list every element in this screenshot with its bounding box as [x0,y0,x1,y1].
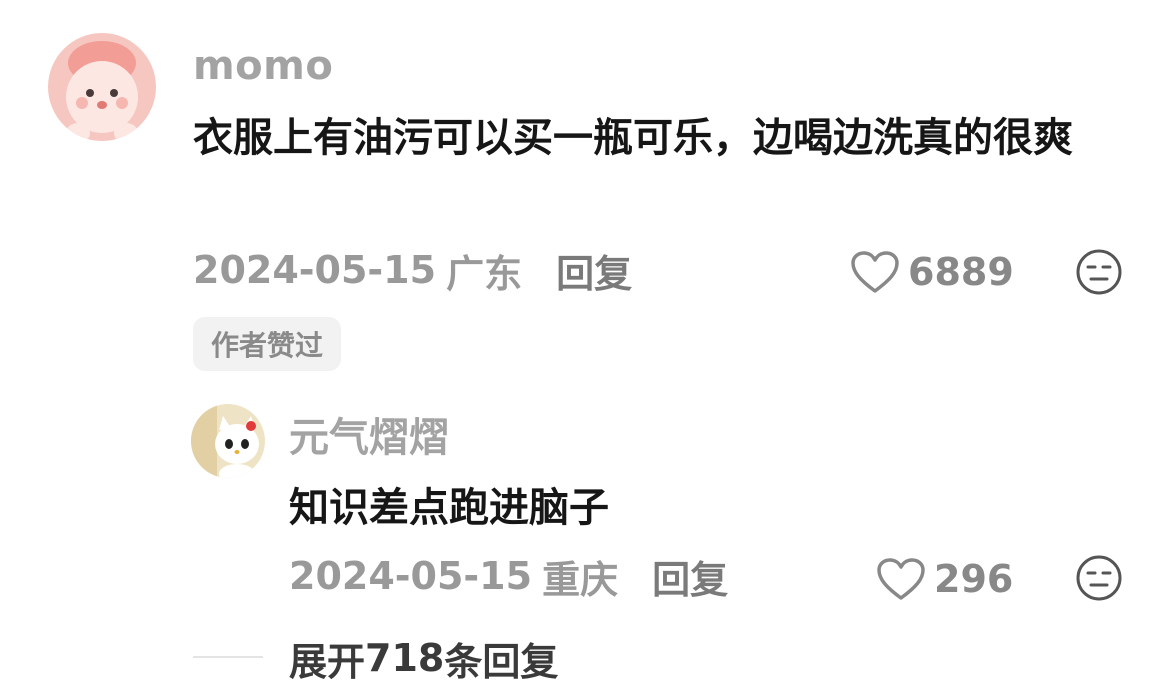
expand-suffix: 条回复 [444,639,559,684]
reply-text: 知识差点跑进脑子 [289,485,609,531]
reply-reply-button[interactable]: 回复 [652,549,728,604]
pink-bunny-avatar-icon [48,33,156,141]
expand-replies-button[interactable]: 展开 718 条回复 [289,632,558,684]
comment-text: 衣服上有油污可以买一瓶可乐，边喝边洗真的很爽 [193,115,1073,161]
expand-count: 718 [365,636,445,680]
avatar[interactable] [48,33,156,141]
comment-username[interactable]: momo [193,42,333,90]
meh-face-icon [1076,555,1122,601]
reply-location: 重庆 [542,557,619,602]
reply-like-button[interactable]: 296 [876,553,1013,605]
comment-date: 2024-05-15 [193,248,437,292]
comment-meta: 2024-05-15 广东 回复 [193,244,632,296]
reply-meta: 2024-05-15 重庆 回复 [289,550,728,602]
dislike-button[interactable] [1075,248,1123,296]
reply-avatar[interactable] [191,404,265,478]
comment-location: 广东 [446,251,523,296]
heart-icon [851,251,899,293]
expand-prefix: 展开 [289,639,366,684]
reply-button[interactable]: 回复 [556,243,632,298]
author-liked-badge: 作者赞过 [193,317,342,371]
heart-icon [877,558,925,600]
cartoon-cat-avatar-icon [191,404,265,478]
reply-date: 2024-05-15 [289,554,533,598]
meh-face-icon [1076,249,1122,295]
reply-username[interactable]: 元气熠熠 [289,412,449,464]
expand-divider [193,656,263,658]
like-count: 6889 [908,250,1014,294]
reply-like-count: 296 [934,557,1014,601]
like-button[interactable]: 6889 [850,246,1014,298]
reply-dislike-button[interactable] [1075,554,1123,602]
